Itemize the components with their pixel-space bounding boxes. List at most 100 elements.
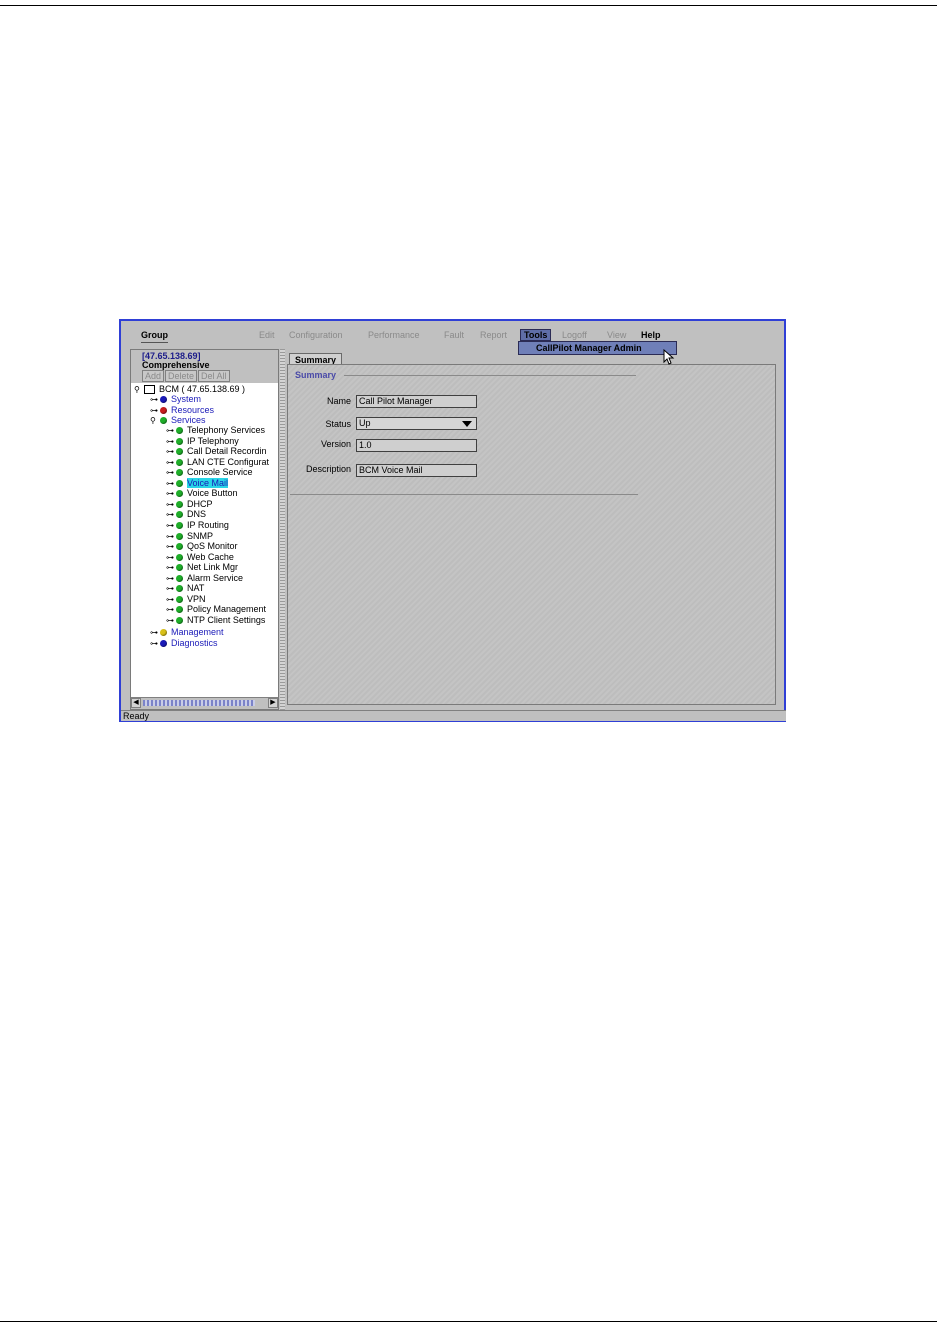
tree-item-service[interactable]: ⊶ DNS	[166, 509, 206, 519]
tree-root[interactable]: ⚲ BCM ( 47.65.138.69 )	[134, 384, 245, 394]
tree-item-diagnostics[interactable]: ⊶ Diagnostics	[150, 638, 218, 648]
status-label: Status	[325, 419, 351, 429]
tree-item-service[interactable]: ⊶ IP Telephony	[166, 436, 239, 446]
menu-performance[interactable]: Performance	[368, 330, 420, 340]
tree-item-system[interactable]: ⊶ System	[150, 394, 201, 404]
del-all-button[interactable]: Del All	[198, 370, 230, 382]
section-divider	[344, 375, 636, 376]
expand-closed-icon[interactable]: ⊶	[166, 605, 176, 614]
expand-closed-icon[interactable]: ⊶	[150, 628, 160, 637]
expand-closed-icon[interactable]: ⊶	[166, 426, 176, 435]
tree-item-service[interactable]: ⊶ Call Detail Recordin	[166, 446, 267, 456]
tree-item-service[interactable]: ⊶ Telephony Services	[166, 425, 265, 435]
expand-closed-icon[interactable]: ⊶	[166, 447, 176, 456]
status-dot-icon	[176, 563, 183, 571]
expand-closed-icon[interactable]: ⊶	[150, 406, 160, 415]
expand-closed-icon[interactable]: ⊶	[166, 563, 176, 572]
expand-open-icon[interactable]: ⚲	[150, 416, 160, 425]
status-dot-icon	[176, 458, 183, 466]
status-dot-icon	[176, 542, 183, 550]
tree-item-service[interactable]: ⊶ Policy Management	[166, 604, 266, 614]
tree-item-service[interactable]: ⊶ LAN CTE Configurat	[166, 457, 269, 467]
expand-closed-icon[interactable]: ⊶	[166, 500, 176, 509]
tree-item-label: IP Telephony	[187, 436, 239, 446]
expand-closed-icon[interactable]: ⊶	[166, 489, 176, 498]
tree-panel: [47.65.138.69] Comprehensive Add Delete …	[130, 349, 279, 710]
tree-item-label: NAT	[187, 583, 205, 593]
menu-edit[interactable]: Edit	[259, 330, 275, 340]
detail-panel: Summary Name Call Pilot Manager Status U…	[287, 364, 776, 705]
expand-closed-icon[interactable]: ⊶	[166, 595, 176, 604]
tree-item-service[interactable]: ⊶ IP Routing	[166, 520, 229, 530]
menu-report[interactable]: Report	[480, 330, 507, 340]
panel-splitter[interactable]	[280, 349, 285, 712]
tree-item-label: Resources	[171, 405, 215, 415]
tree-item-label: Diagnostics	[171, 638, 218, 648]
scroll-thumb[interactable]	[143, 700, 255, 706]
tree-item-label: Alarm Service	[187, 573, 244, 583]
expand-closed-icon[interactable]: ⊶	[166, 521, 176, 530]
status-dot-icon	[176, 468, 183, 476]
add-button[interactable]: Add	[142, 370, 165, 382]
menu-fault[interactable]: Fault	[444, 330, 464, 340]
tree-item-resources[interactable]: ⊶ Resources	[150, 405, 214, 415]
tree-item-label: DNS	[187, 509, 207, 519]
expand-closed-icon[interactable]: ⊶	[166, 584, 176, 593]
menu-configuration[interactable]: Configuration	[289, 330, 343, 340]
menu-view[interactable]: View	[607, 330, 626, 340]
tree-item-service[interactable]: ⊶ NTP Client Settings	[166, 615, 265, 625]
menu-tools[interactable]: Tools	[520, 329, 552, 341]
expand-closed-icon[interactable]: ⊶	[166, 542, 176, 551]
tree-item-label: QoS Monitor	[187, 541, 238, 551]
expand-closed-icon[interactable]: ⊶	[166, 574, 176, 583]
tree-item-service[interactable]: ⊶ Alarm Service	[166, 573, 243, 583]
menu-group[interactable]: Group	[141, 330, 168, 343]
expand-closed-icon[interactable]: ⊶	[166, 532, 176, 541]
tree-item-service[interactable]: ⊶ VPN	[166, 594, 206, 604]
expand-open-icon[interactable]: ⚲	[134, 385, 144, 394]
tree-item-service[interactable]: ⊶ Voice Mail	[166, 478, 229, 488]
tree-item-service[interactable]: ⊶ Voice Button	[166, 488, 238, 498]
status-dot-icon	[160, 639, 167, 647]
tree-item-service[interactable]: ⊶ Net Link Mgr	[166, 562, 238, 572]
version-field[interactable]: 1.0	[356, 439, 477, 452]
tree-item-service[interactable]: ⊶ Web Cache	[166, 552, 234, 562]
tree-item-management[interactable]: ⊶ Management	[150, 627, 224, 637]
tree-item-label: Management	[171, 627, 224, 637]
status-select-value: Up	[359, 418, 371, 428]
tree-item-label: Console Service	[187, 467, 253, 477]
expand-closed-icon[interactable]: ⊶	[166, 468, 176, 477]
expand-closed-icon[interactable]: ⊶	[166, 616, 176, 625]
section-title: Summary	[295, 370, 337, 380]
tree-item-services[interactable]: ⚲ Services	[150, 415, 206, 425]
delete-button[interactable]: Delete	[165, 370, 198, 382]
expand-closed-icon[interactable]: ⊶	[166, 553, 176, 562]
dropdown-item-callpilot-admin[interactable]: CallPilot Manager Admin	[536, 343, 642, 353]
description-field[interactable]: BCM Voice Mail	[356, 464, 477, 477]
tree-item-label: Call Detail Recordin	[187, 446, 267, 456]
tree-item-label: LAN CTE Configurat	[187, 457, 270, 467]
status-dot-icon	[176, 447, 183, 455]
status-dot-icon	[176, 553, 183, 561]
expand-closed-icon[interactable]: ⊶	[150, 395, 160, 404]
menu-logoff[interactable]: Logoff	[562, 330, 587, 340]
expand-closed-icon[interactable]: ⊶	[150, 639, 160, 648]
expand-closed-icon[interactable]: ⊶	[166, 479, 176, 488]
expand-closed-icon[interactable]: ⊶	[166, 437, 176, 446]
scroll-right-icon[interactable]: ▶	[268, 698, 278, 708]
scroll-left-icon[interactable]: ◀	[131, 698, 141, 708]
tree-item-service[interactable]: ⊶ NAT	[166, 583, 204, 593]
expand-closed-icon[interactable]: ⊶	[166, 458, 176, 467]
expand-closed-icon[interactable]: ⊶	[166, 510, 176, 519]
tree-item-service[interactable]: ⊶ SNMP	[166, 531, 213, 541]
status-dot-icon	[160, 416, 167, 424]
tree-item-service[interactable]: ⊶ Console Service	[166, 467, 253, 477]
horizontal-scrollbar[interactable]: ◀ ▶	[131, 697, 278, 709]
chevron-down-icon[interactable]	[462, 421, 472, 427]
name-field[interactable]: Call Pilot Manager	[356, 395, 477, 408]
menu-help[interactable]: Help	[641, 330, 661, 340]
status-select[interactable]: Up	[356, 417, 477, 430]
scope-label: Comprehensive	[142, 360, 210, 370]
tree-item-service[interactable]: ⊶ QoS Monitor	[166, 541, 238, 551]
tree-item-service[interactable]: ⊶ DHCP	[166, 499, 213, 509]
